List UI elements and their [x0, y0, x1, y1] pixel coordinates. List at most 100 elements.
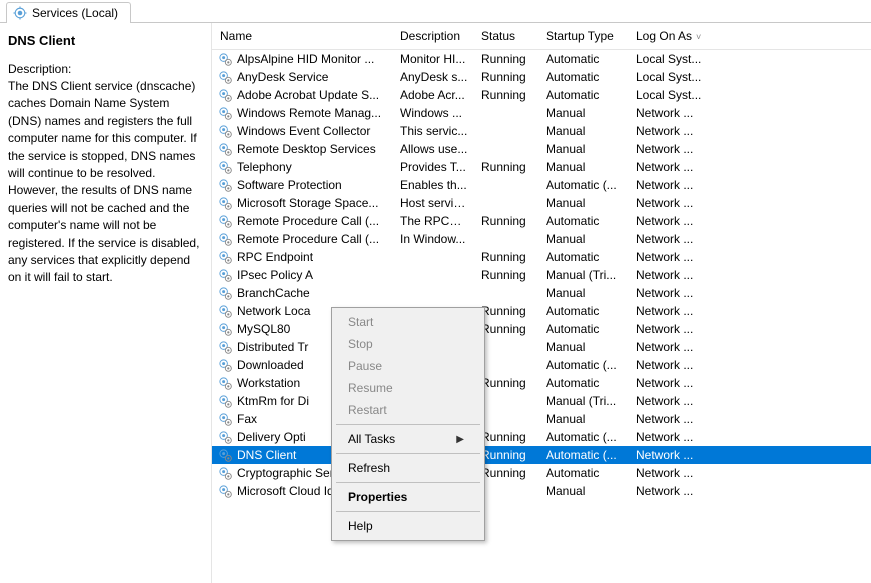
table-row[interactable]: Windows Event CollectorThis servic...Man… [212, 122, 871, 140]
service-logon: Network ... [630, 320, 871, 338]
service-name: Telephony [237, 160, 292, 174]
table-row[interactable]: Distributed TrManualNetwork ... [212, 338, 871, 356]
service-description [394, 284, 475, 302]
description-label: Description: [8, 62, 203, 76]
menu-help[interactable]: Help [334, 515, 482, 537]
table-row[interactable]: WorkstationRunningAutomaticNetwork ... [212, 374, 871, 392]
table-row[interactable]: AnyDesk ServiceAnyDesk s...RunningAutoma… [212, 68, 871, 86]
service-startup: Manual (Tri... [540, 266, 630, 284]
service-description: Monitor HI... [394, 50, 475, 69]
table-row[interactable]: AlpsAlpine HID Monitor ...Monitor HI...R… [212, 50, 871, 69]
menu-properties[interactable]: Properties [334, 486, 482, 508]
table-row[interactable]: DNS ClientThe DNS C...RunningAutomatic (… [212, 446, 871, 464]
table-row[interactable]: Network LocaRunningAutomaticNetwork ... [212, 302, 871, 320]
service-icon [218, 232, 233, 247]
table-row[interactable]: FaxManualNetwork ... [212, 410, 871, 428]
tab-bar: Services (Local) [0, 0, 871, 22]
service-icon [218, 484, 233, 499]
service-name: Delivery Opti [237, 430, 306, 444]
service-status: Running [475, 158, 540, 176]
service-logon: Network ... [630, 176, 871, 194]
table-row[interactable]: Remote Procedure Call (...The RPCSS...Ru… [212, 212, 871, 230]
service-startup: Automatic (... [540, 428, 630, 446]
col-header-status[interactable]: Status [475, 23, 540, 50]
service-status [475, 284, 540, 302]
service-status [475, 194, 540, 212]
menu-separator [336, 482, 480, 483]
table-row[interactable]: Delivery OptiRunningAutomatic (...Networ… [212, 428, 871, 446]
col-header-startup[interactable]: Startup Type [540, 23, 630, 50]
service-logon: Network ... [630, 392, 871, 410]
menu-pause[interactable]: Pause [334, 355, 482, 377]
service-status [475, 140, 540, 158]
table-row[interactable]: TelephonyProvides T...RunningManualNetwo… [212, 158, 871, 176]
service-startup: Manual [540, 230, 630, 248]
table-row[interactable]: Software Protection Enables th... Automati… [212, 176, 871, 194]
menu-all-tasks[interactable]: All Tasks▶ [334, 428, 482, 450]
table-row[interactable]: DownloadedAutomatic (...Network ... [212, 356, 871, 374]
service-name: Downloaded [237, 358, 304, 372]
service-logon: Network ... [630, 122, 871, 140]
table-row[interactable]: RPC EndpointRunningAutomaticNetwork ... [212, 248, 871, 266]
menu-start[interactable]: Start [334, 311, 482, 333]
service-startup: Automatic [540, 464, 630, 482]
service-icon [218, 268, 233, 283]
menu-resume[interactable]: Resume [334, 377, 482, 399]
service-logon: Network ... [630, 140, 871, 158]
service-startup: Manual [540, 410, 630, 428]
service-description: Enables th... [394, 176, 475, 194]
service-logon: Local Syst... [630, 68, 871, 86]
services-window: Services (Local) DNS Client Description:… [0, 0, 871, 583]
menu-restart[interactable]: Restart [334, 399, 482, 421]
service-logon: Network ... [630, 446, 871, 464]
table-row[interactable]: BranchCacheManualNetwork ... [212, 284, 871, 302]
table-row[interactable]: Remote Procedure Call (...In Window...Ma… [212, 230, 871, 248]
service-logon: Network ... [630, 464, 871, 482]
service-description: Adobe Acr... [394, 86, 475, 104]
service-icon [218, 52, 233, 67]
service-name: IPsec Policy A [237, 268, 313, 282]
service-status [475, 230, 540, 248]
service-icon [218, 142, 233, 157]
table-row[interactable]: Remote Desktop ServicesAllows use...Manu… [212, 140, 871, 158]
service-startup: Automatic [540, 212, 630, 230]
service-description [394, 266, 475, 284]
service-startup: Manual [540, 104, 630, 122]
table-row[interactable]: Adobe Acrobat Update S...Adobe Acr...Run… [212, 86, 871, 104]
service-startup: Manual [540, 122, 630, 140]
table-row[interactable]: Microsoft Cloud Identity ...Supports i..… [212, 482, 871, 500]
services-table[interactable]: Name Description Status Startup Type Log… [212, 23, 871, 500]
col-header-description[interactable]: Description [394, 23, 475, 50]
table-row[interactable]: Windows Remote Manag...Windows ...Manual… [212, 104, 871, 122]
service-startup: Manual (Tri... [540, 392, 630, 410]
service-name: AlpsAlpine HID Monitor ... [237, 52, 374, 66]
service-description: Allows use... [394, 140, 475, 158]
service-icon [218, 286, 233, 301]
description-text: The DNS Client service (dnscache) caches… [8, 78, 203, 287]
service-icon [218, 358, 233, 373]
service-startup: Automatic (... [540, 446, 630, 464]
menu-stop[interactable]: Stop [334, 333, 482, 355]
service-name: Workstation [237, 376, 300, 390]
table-row[interactable]: Cryptographic ServicesProvides t...Runni… [212, 464, 871, 482]
service-startup: Automatic [540, 248, 630, 266]
service-icon [218, 448, 233, 463]
context-menu: Start Stop Pause Resume Restart All Task… [331, 307, 485, 541]
tab-services-local[interactable]: Services (Local) [6, 2, 131, 23]
tab-label: Services (Local) [32, 6, 118, 20]
table-row[interactable]: MySQL80RunningAutomaticNetwork ... [212, 320, 871, 338]
service-name: Software Protection [237, 178, 342, 192]
table-row[interactable]: KtmRm for DiManual (Tri...Network ... [212, 392, 871, 410]
service-icon [218, 106, 233, 121]
service-startup: Automatic (... [540, 176, 630, 194]
service-icon [218, 394, 233, 409]
table-row[interactable]: Microsoft Storage Space...Host servic...… [212, 194, 871, 212]
service-startup: Automatic [540, 86, 630, 104]
menu-refresh[interactable]: Refresh [334, 457, 482, 479]
col-header-logon[interactable]: Log On As˅ [630, 23, 871, 50]
service-description [394, 248, 475, 266]
service-icon [218, 430, 233, 445]
service-startup: Automatic [540, 302, 630, 320]
table-row[interactable]: IPsec Policy ARunningManual (Tri...Netwo… [212, 266, 871, 284]
col-header-name[interactable]: Name [212, 23, 394, 50]
